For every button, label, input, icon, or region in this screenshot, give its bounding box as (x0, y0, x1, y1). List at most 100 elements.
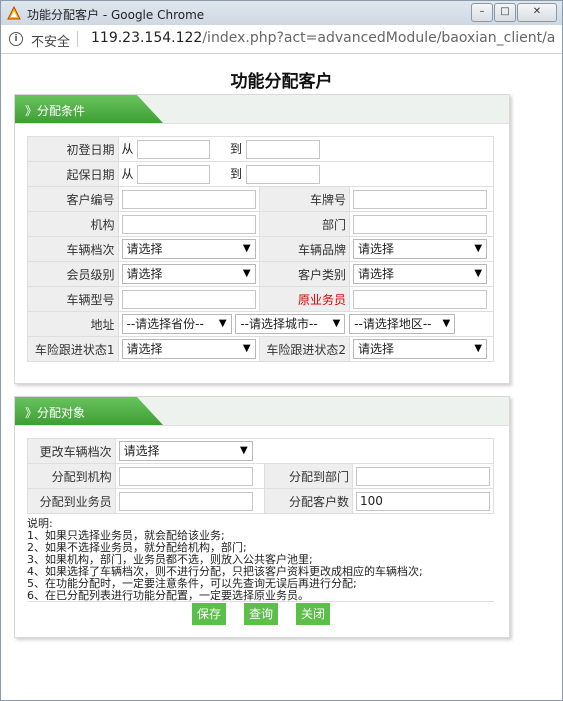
original-agent-cell (349, 286, 494, 312)
follow-status-2-cell: 请选择 ▼ (349, 336, 494, 362)
dept-input[interactable] (353, 214, 488, 234)
table-row: 会员级别 请选择 ▼ 客户类别 请选择 ▼ (27, 261, 494, 287)
minimize-button[interactable]: – (471, 3, 493, 22)
vehicle-model-cell (117, 286, 260, 312)
dept-label: 部门 (258, 211, 351, 237)
insure-start-date-from-input[interactable] (137, 164, 211, 184)
save-button[interactable]: 保存 (192, 603, 226, 625)
vehicle-grade-select[interactable]: 请选择 ▼ (121, 239, 256, 259)
assign-agent-cell (114, 488, 266, 514)
url-text[interactable]: 119.23.154.122/index.php?act=advancedMod… (91, 30, 556, 46)
url-host: 119.23.154.122 (91, 30, 203, 46)
first-register-date-label: 初登日期 (27, 136, 119, 162)
assign-agent-label: 分配到业务员 (27, 488, 116, 514)
info-icon[interactable]: i (9, 32, 23, 46)
insure-start-date-to-input[interactable] (245, 164, 320, 184)
original-agent-label: 原业务员 (258, 286, 351, 312)
dropdown-arrow-icon: ▼ (242, 243, 251, 254)
province-value: --请选择省份-- (126, 317, 204, 331)
dropdown-arrow-icon: ▼ (218, 318, 227, 329)
assign-dept-input[interactable] (355, 466, 490, 486)
notes-divider (27, 601, 494, 602)
assign-count-cell: 100 (351, 488, 495, 514)
app-icon (7, 6, 21, 20)
close-button[interactable]: 关闭 (296, 603, 330, 625)
customer-type-select[interactable]: 请选择 ▼ (353, 264, 488, 284)
close-window-button[interactable]: ✕ (517, 3, 557, 22)
vehicle-brand-select[interactable]: 请选择 ▼ (353, 239, 488, 259)
plate-no-cell (349, 186, 494, 212)
target-panel-header: 》分配对象 (15, 397, 509, 426)
org-label: 机构 (27, 211, 119, 237)
customer-no-input[interactable] (121, 189, 256, 209)
city-select[interactable]: --请选择城市-- ▼ (235, 314, 346, 334)
first-register-date-from-input[interactable] (137, 139, 211, 159)
query-button[interactable]: 查询 (244, 603, 278, 625)
follow-status-2-label: 车险跟进状态2 (258, 336, 351, 362)
vehicle-brand-label: 车辆品牌 (258, 236, 351, 262)
assign-org-input[interactable] (118, 466, 253, 486)
address-cell: --请选择省份-- ▼ --请选择城市-- ▼ --请选择地区-- ▼ (117, 311, 495, 337)
to-label: 到 (230, 166, 243, 181)
city-value: --请选择城市-- (240, 317, 318, 331)
customer-no-label: 客户编号 (27, 186, 119, 212)
target-table: 更改车辆档次 请选择 ▼ 分配到机构 分配到部门 分配到业务员 分配客户数 100 (27, 438, 495, 514)
original-agent-input[interactable] (353, 289, 488, 309)
org-input[interactable] (121, 214, 256, 234)
follow-status-1-select[interactable]: 请选择 ▼ (121, 339, 256, 359)
address-label: 地址 (27, 311, 119, 337)
follow-status-2-select[interactable]: 请选择 ▼ (353, 339, 488, 359)
table-row: 分配到业务员 分配客户数 100 (27, 488, 495, 514)
notes: 说明: 1、如果只选择业务员，就会配给该业务; 2、如果不选择业务员，就分配给机… (27, 518, 423, 602)
table-row: 客户编号 车牌号 (27, 186, 494, 212)
vehicle-brand-cell: 请选择 ▼ (349, 236, 494, 262)
district-value: --请选择地区-- (354, 317, 432, 331)
window-title: 功能分配客户 - Google Chrome (27, 8, 205, 22)
dropdown-arrow-icon: ▼ (474, 243, 483, 254)
province-select[interactable]: --请选择省份-- ▼ (121, 314, 232, 334)
member-level-cell: 请选择 ▼ (117, 261, 260, 287)
conditions-table: 初登日期 从 到 起保日期 从 到 客户编号 车牌号 机构 部门 车辆档次 请选… (27, 136, 495, 362)
maximize-button[interactable]: □ (494, 3, 516, 22)
target-section-label: 》分配对象 (25, 406, 86, 420)
first-register-date-to-input[interactable] (245, 139, 320, 159)
first-register-date-cell: 从 到 (117, 136, 495, 162)
target-panel: 》分配对象 更改车辆档次 请选择 ▼ 分配到机构 分配到部门 分配到业务员 分配客… (14, 396, 510, 638)
assign-org-label: 分配到机构 (27, 463, 116, 489)
member-level-label: 会员级别 (27, 261, 119, 287)
page-title: 功能分配客户 (230, 72, 333, 92)
plate-no-input[interactable] (353, 189, 488, 209)
dropdown-arrow-icon: ▼ (474, 268, 483, 279)
security-label[interactable]: 不安全 (31, 31, 70, 50)
table-row: 起保日期 从 到 (27, 161, 495, 187)
customer-type-label: 客户类别 (258, 261, 351, 287)
plate-no-label: 车牌号 (258, 186, 351, 212)
vehicle-model-input[interactable] (121, 289, 256, 309)
change-grade-value: 请选择 (123, 444, 160, 458)
dropdown-arrow-icon: ▼ (332, 318, 341, 329)
address-bar[interactable]: i 不安全 119.23.154.122/index.php?act=advan… (1, 25, 562, 54)
dropdown-arrow-icon: ▼ (474, 343, 483, 354)
assign-agent-input[interactable] (118, 491, 253, 511)
assign-count-input[interactable]: 100 (355, 491, 490, 511)
follow-status-1-cell: 请选择 ▼ (117, 336, 260, 362)
dropdown-arrow-icon: ▼ (442, 318, 451, 329)
vehicle-grade-value: 请选择 (126, 242, 163, 256)
change-grade-select[interactable]: 请选择 ▼ (118, 441, 253, 461)
insure-start-date-label: 起保日期 (27, 161, 119, 187)
table-row: 车辆档次 请选择 ▼ 车辆品牌 请选择 ▼ (27, 236, 494, 262)
follow-status-1-value: 请选择 (126, 342, 163, 356)
table-row: 机构 部门 (27, 211, 494, 237)
title-bar: 功能分配客户 - Google Chrome – □ ✕ (1, 1, 562, 25)
assign-dept-label: 分配到部门 (264, 463, 353, 489)
vehicle-grade-cell: 请选择 ▼ (117, 236, 260, 262)
from-label: 从 (121, 166, 134, 181)
district-select[interactable]: --请选择地区-- ▼ (349, 314, 456, 334)
assign-dept-cell (351, 463, 495, 489)
from-label: 从 (121, 141, 134, 156)
member-level-select[interactable]: 请选择 ▼ (121, 264, 256, 284)
conditions-panel-header: 》分配条件 (15, 95, 509, 124)
change-grade-label: 更改车辆档次 (27, 438, 116, 464)
customer-type-cell: 请选择 ▼ (349, 261, 494, 287)
conditions-panel: 》分配条件 初登日期 从 到 起保日期 从 到 客户编号 车牌号 机构 部门 车… (14, 94, 510, 384)
